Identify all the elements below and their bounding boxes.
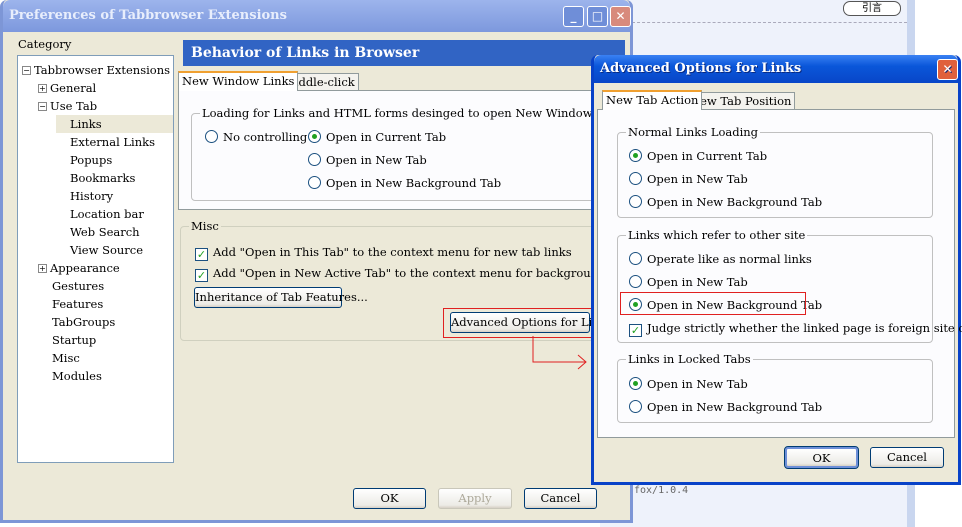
group-title: Misc xyxy=(189,219,221,233)
tree-item[interactable]: Startup xyxy=(38,331,96,349)
tree-item-label: External Links xyxy=(70,135,155,149)
dialog-cancel-button[interactable]: Cancel xyxy=(870,447,944,468)
tree-item-label: Misc xyxy=(52,351,80,365)
title-bar: Advanced Options for Links ✕ xyxy=(594,55,958,83)
dialog-title: Advanced Options for Links xyxy=(600,61,802,76)
tree-item[interactable]: TabGroups xyxy=(38,313,115,331)
tree-item[interactable]: + General xyxy=(38,79,96,97)
check-label: Judge strictly whether the linked page i… xyxy=(647,321,962,335)
tree-item-label: History xyxy=(70,189,114,203)
tree-item[interactable]: − Use Tab xyxy=(38,97,97,115)
radio-normal-new[interactable]: Open in New Tab xyxy=(629,172,748,186)
tree-item[interactable]: Modules xyxy=(38,367,102,385)
check-open-in-new-active-tab[interactable]: ✓ Add "Open in New Active Tab" to the con… xyxy=(195,266,659,282)
ok-button[interactable]: OK xyxy=(353,488,426,509)
tree-item[interactable]: Gestures xyxy=(38,277,104,295)
option-label: No controlling xyxy=(223,130,308,144)
tree-item[interactable]: Misc xyxy=(38,349,80,367)
tree-item-label: Modules xyxy=(52,369,102,383)
tree-item-label: View Source xyxy=(70,243,144,257)
check-judge-strictly[interactable]: ✓ Judge strictly whether the linked page … xyxy=(629,321,962,337)
tree-item[interactable]: External Links xyxy=(56,133,173,151)
radio-no-controlling[interactable]: No controlling xyxy=(205,130,307,144)
option-label: Open in Current Tab xyxy=(647,149,768,163)
divider xyxy=(632,22,907,23)
radio-normal-background[interactable]: Open in New Background Tab xyxy=(629,195,822,209)
quote-button[interactable]: 引言 xyxy=(843,1,901,16)
expander-icon[interactable]: − xyxy=(22,66,31,75)
tree-item[interactable]: − Tabbrowser Extensions xyxy=(22,61,170,79)
highlight-box xyxy=(620,292,806,315)
dialog-ok-button[interactable]: OK xyxy=(784,446,859,469)
expander-icon[interactable]: + xyxy=(38,264,47,273)
check-open-in-this-tab[interactable]: ✓ Add "Open in This Tab" to the context m… xyxy=(195,245,572,261)
page-title: Behavior of Links in Browser xyxy=(183,40,625,66)
option-label: Open in New Tab xyxy=(326,153,427,167)
option-label: Open in New Tab xyxy=(647,172,748,186)
group-title: Links which refer to other site xyxy=(626,228,808,242)
minimize-icon[interactable]: _ xyxy=(563,6,584,27)
tree-item-label: Features xyxy=(52,297,104,311)
radio-open-current-tab[interactable]: Open in Current Tab xyxy=(308,130,446,144)
tree-item-label: Use Tab xyxy=(50,99,98,113)
tree-item-label: Startup xyxy=(52,333,97,347)
group-title: Normal Links Loading xyxy=(626,125,761,139)
tree-item-label: Links xyxy=(70,117,102,131)
cancel-button[interactable]: Cancel xyxy=(524,488,597,509)
highlight-box xyxy=(443,308,593,338)
arrow-icon xyxy=(532,336,587,370)
window-title: Preferences of Tabbrowser Extensions xyxy=(9,8,287,23)
maximize-icon[interactable]: □ xyxy=(587,6,608,27)
apply-button[interactable]: Apply xyxy=(438,488,512,509)
tree-item-label: TabGroups xyxy=(52,315,116,329)
option-label: Open in New Background Tab xyxy=(326,176,502,190)
tab-new-tab-action[interactable]: New Tab Action xyxy=(602,90,703,110)
tab-panel: Loading for Links and HTML forms desinge… xyxy=(178,90,631,210)
option-label: Open in New Tab xyxy=(647,275,748,289)
tree-item[interactable]: View Source xyxy=(56,241,173,259)
close-icon[interactable]: ✕ xyxy=(937,59,958,80)
tree-item-label: Location bar xyxy=(70,207,144,221)
tree-item[interactable]: Bookmarks xyxy=(56,169,173,187)
inheritance-button[interactable]: Inheritance of Tab Features... xyxy=(194,287,368,308)
radio-open-background-tab[interactable]: Open in New Background Tab xyxy=(308,176,501,190)
option-label: Open in New Background Tab xyxy=(647,400,823,414)
tree-item[interactable]: Location bar xyxy=(56,205,173,223)
category-tree[interactable]: − Tabbrowser Extensions + General − Use Tab Li… xyxy=(17,55,174,463)
background-text: fox/1.0.4 xyxy=(634,485,689,496)
tree-item[interactable]: History xyxy=(56,187,173,205)
tree-item-label: Bookmarks xyxy=(70,171,136,185)
tree-item-label: Web Search xyxy=(70,225,140,239)
expander-icon[interactable]: + xyxy=(38,84,47,93)
category-label: Category xyxy=(18,37,72,51)
tab-new-window-links[interactable]: New Window Links xyxy=(178,71,299,91)
option-label: Open in New Background Tab xyxy=(647,195,823,209)
tree-item[interactable]: Links xyxy=(56,115,173,133)
tree-item-label: Popups xyxy=(70,153,113,167)
tree-item-label: Tabbrowser Extensions xyxy=(34,63,171,77)
check-label: Add "Open in This Tab" to the context me… xyxy=(213,245,572,259)
close-icon[interactable]: ✕ xyxy=(610,6,631,27)
title-bar: Preferences of Tabbrowser Extensions _ □… xyxy=(3,0,631,32)
radio-normal-current[interactable]: Open in Current Tab xyxy=(629,149,767,163)
group-title: Loading for Links and HTML forms desinge… xyxy=(200,106,595,120)
radio-other-new[interactable]: Open in New Tab xyxy=(629,275,748,289)
radio-other-normal[interactable]: Operate like as normal links xyxy=(629,252,812,266)
tree-item[interactable]: Web Search xyxy=(56,223,173,241)
expander-icon[interactable]: − xyxy=(38,102,47,111)
option-label: Open in New Tab xyxy=(647,377,748,391)
tree-item[interactable]: + Appearance xyxy=(38,259,120,277)
tree-item-label: Gestures xyxy=(52,279,105,293)
option-label: Operate like as normal links xyxy=(647,252,812,266)
radio-locked-new[interactable]: Open in New Tab xyxy=(629,377,748,391)
group-title: Links in Locked Tabs xyxy=(626,352,753,366)
tree-item[interactable]: Popups xyxy=(56,151,173,169)
radio-open-new-tab[interactable]: Open in New Tab xyxy=(308,153,427,167)
tree-item[interactable]: Features xyxy=(38,295,103,313)
tree-item-label: Appearance xyxy=(50,261,120,275)
radio-locked-background[interactable]: Open in New Background Tab xyxy=(629,400,822,414)
option-label: Open in Current Tab xyxy=(326,130,447,144)
tree-item-label: General xyxy=(50,81,97,95)
